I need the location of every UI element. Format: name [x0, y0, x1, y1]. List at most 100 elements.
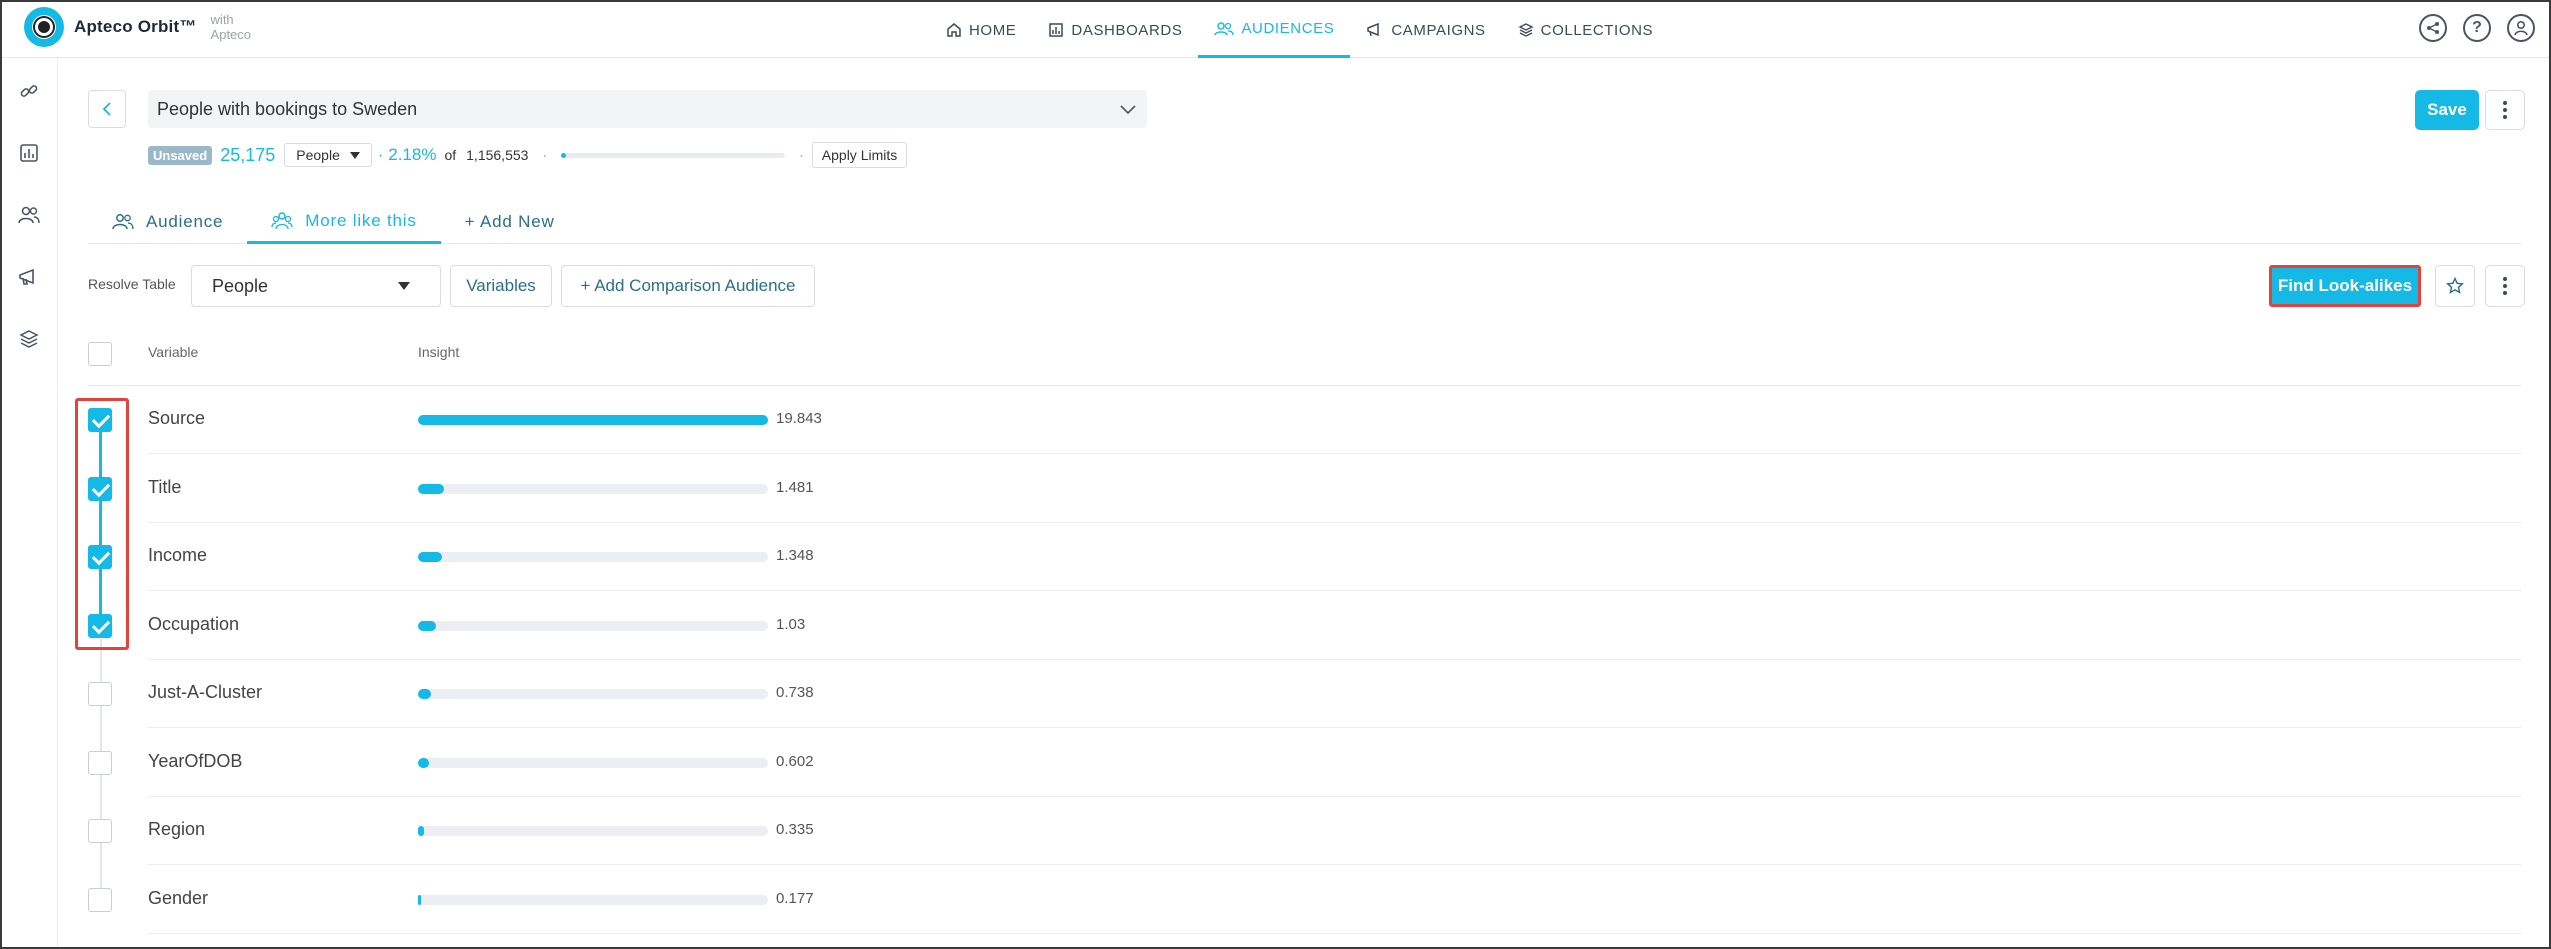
- row-checkbox[interactable]: [88, 682, 112, 706]
- tab-audience[interactable]: Audience: [88, 200, 247, 244]
- nav-collections[interactable]: COLLECTIONS: [1502, 2, 1669, 58]
- variable-name: Source: [148, 408, 206, 428]
- row-checkbox[interactable]: [88, 750, 112, 775]
- table-row[interactable]: Income 1.348: [148, 523, 2521, 591]
- audience-count: 25,175: [220, 144, 276, 165]
- header-more-button[interactable]: [2485, 90, 2525, 130]
- apply-limits-button[interactable]: Apply Limits: [811, 142, 908, 168]
- table-row[interactable]: Just-A-Cluster 0.738: [148, 660, 2521, 728]
- app-logo[interactable]: Apteco Orbit™ with Apteco: [24, 7, 251, 47]
- group-icon: [271, 211, 293, 229]
- audience-progress-bar: [561, 152, 786, 158]
- insight-bar: [418, 757, 429, 768]
- favourite-button[interactable]: [2435, 265, 2475, 307]
- chart-icon[interactable]: [16, 140, 42, 166]
- resolve-table-select[interactable]: People: [191, 265, 441, 307]
- insight-bar-track: [418, 826, 768, 836]
- chevron-down-icon[interactable]: [1119, 100, 1137, 118]
- insight-bar-track: [418, 894, 768, 905]
- insight-bar: [418, 415, 768, 425]
- with-label: with: [210, 12, 234, 27]
- insight-bar-track: [418, 415, 768, 425]
- with-apteco: with Apteco: [211, 12, 251, 42]
- find-lookalikes-button[interactable]: Find Look-alikes: [2269, 265, 2421, 307]
- chevron-left-icon: [102, 102, 111, 116]
- table-row[interactable]: Source 19.843: [148, 386, 2521, 454]
- resolve-unit-select[interactable]: People: [284, 143, 372, 167]
- audiences-icon: [1214, 21, 1235, 35]
- select-all-checkbox[interactable]: [88, 342, 112, 366]
- toolbar-more-button[interactable]: [2485, 265, 2525, 307]
- back-button[interactable]: [88, 90, 126, 128]
- of-label: of: [444, 147, 457, 163]
- insights-table-header: Variable Insight: [88, 330, 2521, 386]
- checkbox-connector: [100, 774, 102, 819]
- with-brand: Apteco: [210, 27, 252, 42]
- table-row[interactable]: Region 0.335: [148, 797, 2521, 865]
- nav-dashboards-label: DASHBOARDS: [1071, 21, 1183, 39]
- user-icon[interactable]: [2507, 14, 2535, 42]
- progress-fill: [561, 152, 566, 158]
- variables-button[interactable]: Variables: [450, 265, 552, 307]
- insight-value: 0.177: [776, 889, 814, 907]
- layers-icon[interactable]: [16, 326, 42, 352]
- insight-value: 0.335: [776, 821, 814, 838]
- audience-title-field[interactable]: People with bookings to Sweden: [148, 90, 1147, 128]
- share-icon[interactable]: [2419, 14, 2447, 42]
- tab-add-new-label: + Add New: [464, 212, 555, 231]
- top-bar: Apteco Orbit™ with Apteco HOME DASHBOARD…: [2, 2, 2549, 58]
- nav-campaigns-label: CAMPAIGNS: [1391, 21, 1486, 39]
- caret-down-icon: [349, 151, 360, 159]
- insight-value: 1.03: [776, 615, 806, 633]
- nav-dashboards[interactable]: DASHBOARDS: [1032, 2, 1198, 58]
- app-name: Apteco Orbit™: [74, 17, 197, 36]
- variable-name: Gender: [148, 887, 209, 908]
- status-badge: Unsaved: [148, 145, 213, 165]
- table-row[interactable]: Title 1.481: [148, 455, 2521, 523]
- insight-bar-track: [418, 483, 768, 494]
- insight-bar: [418, 483, 445, 494]
- nav-home[interactable]: HOME: [930, 2, 1032, 58]
- insight-value: 1.348: [776, 547, 814, 564]
- home-icon: [947, 23, 961, 37]
- variable-name: YearOfDOB: [148, 750, 243, 771]
- tab-audience-label: Audience: [146, 212, 224, 231]
- more-vertical-icon: [2503, 101, 2507, 119]
- variable-name: Occupation: [148, 613, 240, 634]
- tab-more-like-this[interactable]: More like this: [247, 200, 441, 244]
- megaphone-icon[interactable]: [16, 264, 42, 290]
- link-icon[interactable]: [16, 78, 42, 104]
- insight-bar-track: [418, 620, 768, 631]
- more-vertical-icon: [2503, 277, 2507, 295]
- insight-value: 0.602: [776, 752, 814, 770]
- campaigns-icon: [1367, 22, 1380, 37]
- add-comparison-audience-button[interactable]: + Add Comparison Audience: [561, 265, 815, 307]
- checkbox-connector: [100, 843, 102, 888]
- nav-collections-label: COLLECTIONS: [1540, 21, 1654, 39]
- insight-bar: [418, 894, 422, 905]
- table-row[interactable]: Gender 0.177: [148, 866, 2521, 934]
- insight-value: 19.843: [776, 410, 822, 427]
- col-insight: Insight: [418, 344, 460, 360]
- audience-stats: Unsaved 25,175 People · 2.18% of 1,156,5…: [148, 142, 908, 168]
- help-icon[interactable]: ?: [2463, 14, 2491, 42]
- table-row[interactable]: Occupation 1.03: [148, 592, 2521, 660]
- selection-highlight: [75, 398, 129, 650]
- row-checkbox[interactable]: [88, 819, 112, 843]
- save-button[interactable]: Save: [2415, 90, 2479, 130]
- tab-add-new[interactable]: + Add New: [441, 200, 579, 244]
- variable-name: Just-A-Cluster: [148, 682, 263, 702]
- row-checkbox[interactable]: [88, 887, 112, 912]
- nav-audiences-label: AUDIENCES: [1241, 20, 1335, 37]
- insight-bar: [418, 620, 437, 631]
- resolve-table-value: People: [212, 275, 269, 296]
- nav-audiences[interactable]: AUDIENCES: [1198, 2, 1351, 58]
- resolve-table-label: Resolve Table: [88, 276, 176, 292]
- total-count: 1,156,553: [466, 147, 529, 163]
- people-icon[interactable]: [16, 202, 42, 228]
- insight-value: 0.738: [776, 684, 814, 701]
- table-row[interactable]: YearOfDOB 0.602: [148, 729, 2521, 797]
- nav-campaigns[interactable]: CAMPAIGNS: [1350, 2, 1501, 58]
- separator: ·: [542, 147, 548, 163]
- insight-bar-track: [418, 552, 768, 562]
